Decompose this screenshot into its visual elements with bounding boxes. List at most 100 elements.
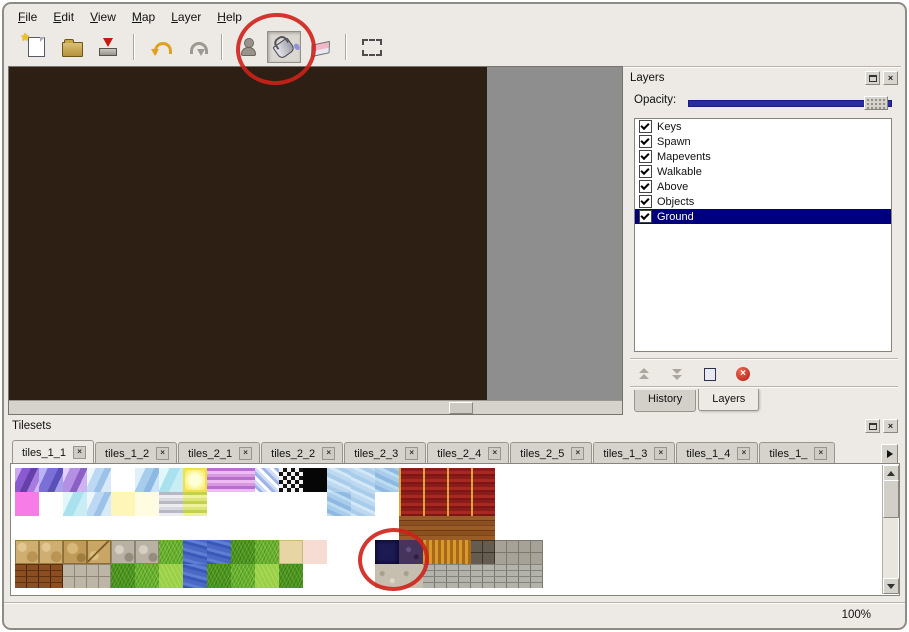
palette-tile-crystalcyan[interactable] — [159, 468, 183, 492]
layer-row-mapevents[interactable]: Mapevents — [635, 149, 891, 164]
palette-tile-amethyst2[interactable] — [39, 468, 63, 492]
eraser-tool-button[interactable] — [303, 31, 337, 63]
palette-tile-brickgray[interactable] — [423, 564, 447, 588]
opacity-slider-handle[interactable] — [864, 96, 888, 110]
scroll-up-button[interactable] — [883, 465, 899, 481]
delete-layer-button[interactable]: × — [735, 366, 751, 382]
palette-tile-waterdeep[interactable] — [183, 540, 207, 564]
menu-file[interactable]: File — [10, 8, 45, 26]
tab-close-icon[interactable]: × — [814, 447, 827, 460]
palette-tile-carpet[interactable] — [399, 468, 423, 492]
palette-tile-stoneblock[interactable] — [63, 564, 87, 588]
menu-layer[interactable]: Layer — [163, 8, 209, 26]
palette-tile-iceblue[interactable] — [87, 492, 111, 516]
palette-tile-grass1[interactable] — [255, 540, 279, 564]
palette-tile-carpet[interactable] — [423, 492, 447, 516]
move-layer-up-button[interactable] — [636, 366, 652, 382]
scrollbar-thumb[interactable] — [449, 402, 473, 414]
duplicate-layer-button[interactable] — [702, 366, 718, 382]
layer-visibility-checkbox[interactable] — [639, 165, 652, 178]
palette-tile-grasslight[interactable] — [255, 564, 279, 588]
move-layer-down-button[interactable] — [669, 366, 685, 382]
fill-tool-button[interactable] — [267, 31, 301, 63]
palette-tile-navy[interactable] — [375, 540, 399, 564]
palette-tile-gravel[interactable] — [375, 564, 399, 588]
palette-tile-carpet[interactable] — [399, 492, 423, 516]
new-file-button[interactable] — [19, 31, 53, 63]
palette-tile-magenta[interactable] — [15, 492, 39, 516]
tab-close-icon[interactable]: × — [405, 447, 418, 460]
palette-tile-stonetan[interactable] — [15, 540, 39, 564]
palette-tile-iceblue[interactable] — [87, 468, 111, 492]
layer-visibility-checkbox[interactable] — [639, 135, 652, 148]
palette-tile-grass1[interactable] — [159, 540, 183, 564]
palette-tile-amethyst3[interactable] — [63, 468, 87, 492]
palette-tile-black[interactable] — [303, 468, 327, 492]
layer-row-ground[interactable]: Ground — [635, 209, 891, 224]
tab-history[interactable]: History — [634, 390, 696, 412]
layer-visibility-checkbox[interactable] — [639, 195, 652, 208]
palette-tile-water2[interactable] — [327, 492, 351, 516]
palette-tile-crystalcyan[interactable] — [63, 492, 87, 516]
palette-tile-stoneblock[interactable] — [87, 564, 111, 588]
palette-tile-waterdeep[interactable] — [183, 564, 207, 588]
palette-tile-carpet[interactable] — [447, 492, 471, 516]
palette-tile-brickgray[interactable] — [519, 564, 543, 588]
undo-button[interactable] — [143, 31, 177, 63]
palette-tile-stonetan[interactable] — [39, 540, 63, 564]
tab-close-icon[interactable]: × — [571, 447, 584, 460]
palette-tile-grasslight[interactable] — [159, 564, 183, 588]
palette-tile-limestripe[interactable] — [183, 492, 207, 516]
palette-tile-sand[interactable] — [279, 540, 303, 564]
layer-visibility-checkbox[interactable] — [639, 210, 652, 223]
layer-row-walkable[interactable]: Walkable — [635, 164, 891, 179]
tab-scroll-right-button[interactable] — [881, 444, 898, 464]
palette-tile-wood[interactable] — [399, 516, 423, 540]
palette-tile-grass2[interactable] — [207, 564, 231, 588]
palette-tile-grass2[interactable] — [231, 540, 255, 564]
palette-tile-water1[interactable] — [327, 468, 351, 492]
palette-tile-waterdeep[interactable] — [207, 540, 231, 564]
layer-row-spawn[interactable]: Spawn — [635, 134, 891, 149]
palette-tile-brickgray[interactable] — [495, 564, 519, 588]
palette-tile-brickbrown[interactable] — [15, 564, 39, 588]
tab-close-icon[interactable]: × — [156, 447, 169, 460]
palette-tile-grass1[interactable] — [231, 564, 255, 588]
palette-tile-iceblue2[interactable] — [135, 468, 159, 492]
palette-tile-paleyellow[interactable] — [111, 492, 135, 516]
tab-close-icon[interactable]: × — [654, 447, 667, 460]
palette-tile-checker[interactable] — [279, 468, 303, 492]
tilesets-close-button[interactable]: × — [883, 419, 898, 433]
tileset-tab-tiles_1_4[interactable]: tiles_1_4× — [676, 442, 758, 463]
layer-visibility-checkbox[interactable] — [639, 150, 652, 163]
palette-tile-violetstripe[interactable] — [231, 468, 255, 492]
palette-tile-palepink[interactable] — [303, 540, 327, 564]
palette-tile-cobblegray[interactable] — [519, 540, 543, 564]
scroll-down-button[interactable] — [883, 578, 899, 594]
tileset-tab-tiles_1_[interactable]: tiles_1_× — [759, 442, 835, 463]
palette-tile-wood[interactable] — [447, 516, 471, 540]
palette-tile-rockgray[interactable] — [111, 540, 135, 564]
map-canvas[interactable] — [9, 67, 487, 400]
menu-map[interactable]: Map — [124, 8, 163, 26]
palette-tile-cracked[interactable] — [87, 540, 111, 564]
layer-row-objects[interactable]: Objects — [635, 194, 891, 209]
palette-tile-carpet[interactable] — [471, 492, 495, 516]
palette-tile-brickbrown[interactable] — [39, 564, 63, 588]
palette-tile-gravel[interactable] — [399, 564, 423, 588]
palette-tile-violetstripe[interactable] — [207, 468, 231, 492]
palette-tile-paleyellow2[interactable] — [135, 492, 159, 516]
tab-close-icon[interactable]: × — [322, 447, 335, 460]
palette-tile-wood[interactable] — [423, 516, 447, 540]
palette-tile-grass2[interactable] — [279, 564, 303, 588]
palette-tile-carpet[interactable] — [447, 468, 471, 492]
select-tool-button[interactable] — [355, 31, 389, 63]
tileset-tab-tiles_2_5[interactable]: tiles_2_5× — [510, 442, 592, 463]
palette-tile-graystripe[interactable] — [159, 492, 183, 516]
palette-tile-brickgray[interactable] — [471, 564, 495, 588]
tab-close-icon[interactable]: × — [239, 447, 252, 460]
save-file-button[interactable] — [91, 31, 125, 63]
scrollbar-thumb[interactable] — [883, 480, 899, 518]
palette-tile-darkpurple[interactable] — [399, 540, 423, 564]
tileset-tab-tiles_2_2[interactable]: tiles_2_2× — [261, 442, 343, 463]
